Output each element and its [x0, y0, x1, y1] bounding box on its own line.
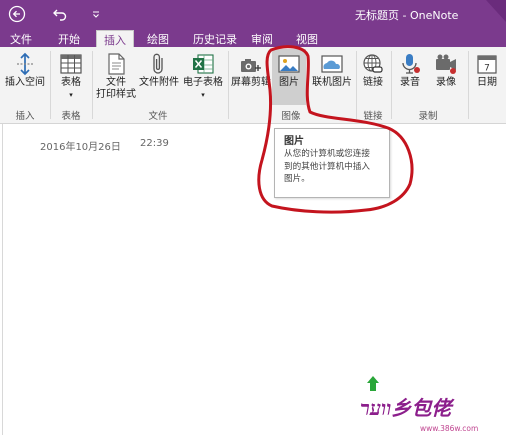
- table-label: 表格: [61, 77, 81, 88]
- group-tables-label: 表格: [61, 111, 81, 122]
- link-button[interactable]: 链接: [358, 51, 388, 105]
- group-recording-label: 录制: [418, 111, 438, 122]
- pictures-label: 图片: [279, 77, 299, 88]
- pictures-button[interactable]: 图片: [273, 51, 305, 105]
- link-label: 链接: [363, 77, 383, 88]
- table-button[interactable]: 表格 ▾: [54, 51, 88, 105]
- video-camera-icon: [433, 51, 459, 77]
- insert-space-button[interactable]: 插入空间: [3, 51, 47, 105]
- group-divider: [92, 51, 93, 119]
- camera-clipping-icon: [238, 51, 264, 77]
- file-printout-icon: [103, 51, 129, 77]
- group-insert-label: 插入: [15, 111, 35, 122]
- customize-dropdown-icon[interactable]: [87, 5, 105, 23]
- calendar-icon: 7: [474, 51, 500, 77]
- group-images-label: 图像: [281, 111, 301, 122]
- date-label: 日期: [477, 77, 497, 88]
- window-title: 无标题页 - OneNote: [355, 9, 459, 22]
- group-files-label: 文件: [148, 111, 168, 122]
- online-pictures-button[interactable]: 联机图片: [309, 51, 355, 105]
- insert-space-label: 插入空间: [5, 77, 45, 88]
- insert-space-icon: [12, 51, 38, 77]
- table-icon: [58, 51, 84, 77]
- online-pictures-label: 联机图片: [312, 77, 352, 88]
- calendar-day-number: 7: [484, 64, 490, 74]
- tooltip-title: 图片: [284, 136, 304, 147]
- watermark-site: www.386w.com: [420, 424, 479, 433]
- page-date: 2016年10月26日: [40, 142, 121, 153]
- file-attachment-button[interactable]: 文件附件: [138, 51, 180, 105]
- corner-decoration-icon: [486, 0, 506, 22]
- ribbon-tabs: 文件 开始 插入 绘图 历史记录 审阅 视图: [0, 28, 506, 48]
- tab-home[interactable]: 开始: [52, 30, 86, 47]
- tab-file[interactable]: 文件: [4, 30, 38, 47]
- note-page[interactable]: [0, 124, 506, 435]
- record-audio-button[interactable]: 录音: [394, 51, 426, 105]
- globe-link-icon: [360, 51, 386, 77]
- date-button[interactable]: 7 日期: [472, 51, 502, 105]
- ribbon: 插入空间 插入 表格 ▾ 表格 文件 打印样式 文件附件 电子表格 ▾ 文件 屏…: [0, 47, 506, 124]
- page-left-border: [2, 124, 3, 435]
- file-printout-label-1: 文件: [106, 77, 126, 88]
- group-divider: [468, 51, 469, 119]
- spreadsheet-button[interactable]: 电子表格 ▾: [181, 51, 225, 105]
- undo-icon[interactable]: [51, 5, 69, 23]
- paperclip-icon: [146, 51, 172, 77]
- group-links-label: 链接: [363, 111, 383, 122]
- excel-spreadsheet-icon: [190, 51, 216, 77]
- tooltip-line-1: 从您的计算机或您连接: [284, 149, 370, 159]
- tab-view[interactable]: 视图: [290, 30, 324, 47]
- watermark-logo: ווער乡包佬: [360, 396, 452, 420]
- tab-review[interactable]: 审阅: [246, 30, 278, 47]
- file-printout-label-2: 打印样式: [96, 89, 136, 100]
- group-divider: [356, 51, 357, 119]
- tooltip-line-2: 到的其他计算机中插入: [284, 161, 370, 172]
- group-divider: [391, 51, 392, 119]
- pictures-tooltip: 图片 从您的计算机或您连接 到的其他计算机中插入 图片。: [274, 128, 390, 198]
- tooltip-body: 从您的计算机或您连接 到的其他计算机中插入 图片。: [284, 148, 388, 186]
- group-divider: [50, 51, 51, 119]
- tab-draw[interactable]: 绘图: [141, 30, 175, 47]
- record-video-label: 录像: [436, 77, 456, 88]
- record-video-button[interactable]: 录像: [430, 51, 462, 105]
- back-arrow-icon[interactable]: [8, 5, 26, 23]
- picture-icon: [276, 51, 302, 77]
- file-printout-button[interactable]: 文件 打印样式: [94, 51, 138, 105]
- file-attachment-label: 文件附件: [139, 77, 179, 88]
- table-dropdown-icon[interactable]: ▾: [69, 89, 73, 101]
- record-audio-label: 录音: [400, 77, 420, 88]
- title-bar: 无标题页 - OneNote: [0, 0, 506, 28]
- screen-clipping-button[interactable]: 屏幕剪辑: [229, 51, 273, 105]
- watermark-house-icon: [367, 376, 379, 391]
- microphone-icon: [397, 51, 423, 77]
- tooltip-line-3: 图片。: [284, 174, 310, 184]
- screen-clipping-label: 屏幕剪辑: [231, 77, 271, 88]
- tab-history[interactable]: 历史记录: [186, 30, 244, 47]
- spreadsheet-label: 电子表格: [183, 77, 223, 88]
- tab-insert[interactable]: 插入: [96, 30, 134, 48]
- online-picture-icon: [319, 51, 345, 77]
- page-time: 22:39: [140, 138, 169, 149]
- spreadsheet-dropdown-icon[interactable]: ▾: [201, 89, 205, 101]
